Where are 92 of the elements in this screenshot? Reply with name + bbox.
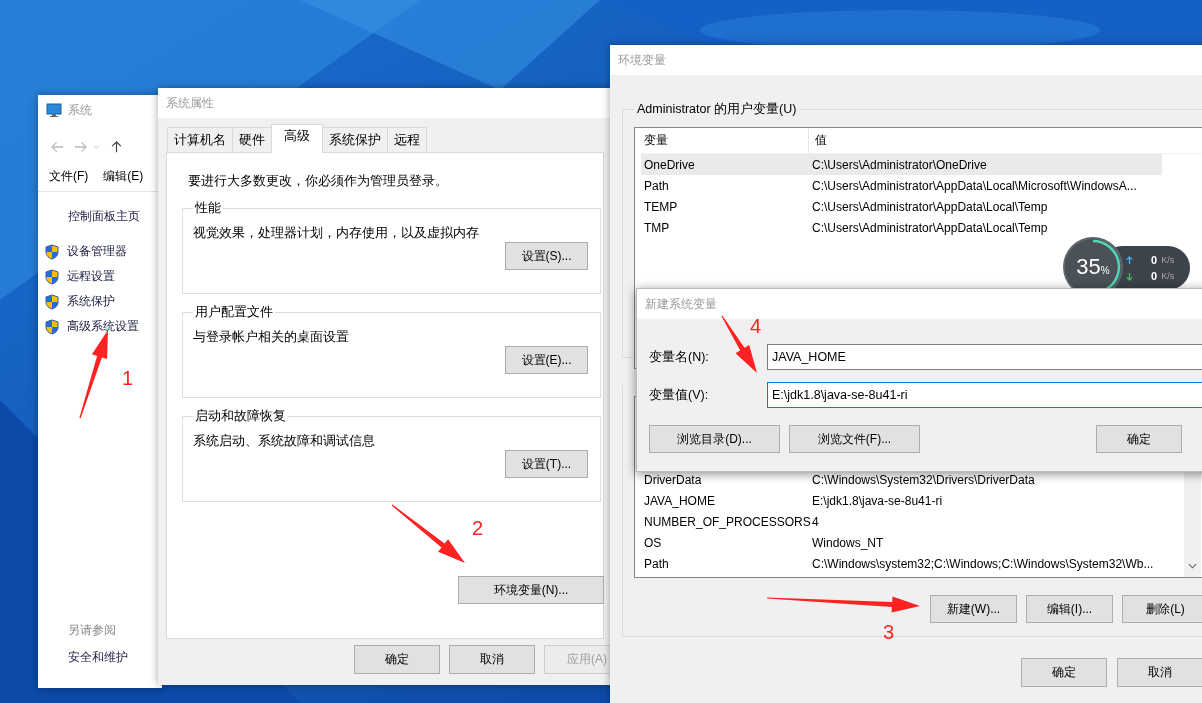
dialog-button[interactable]: 确定 xyxy=(1096,425,1182,453)
table-cell-text: Path xyxy=(643,178,670,193)
section-heading: 另请参阅 xyxy=(68,622,117,639)
table-row[interactable]: NUMBER_OF_PROCESSORS4 xyxy=(641,511,1184,532)
table-cell: C:\Users\Administrator\AppData\Local\Temp xyxy=(812,199,1048,214)
table-cell-text: TMP xyxy=(643,220,671,235)
table-cell: E:\jdk1.8\java-se-8u41-ri xyxy=(812,493,943,508)
group-description: 与登录帐户相关的桌面设置 xyxy=(193,329,350,346)
window-title: 系统 xyxy=(68,101,92,119)
sidebar-link[interactable]: 远程设置 xyxy=(67,268,115,285)
sidebar-link[interactable]: 控制面板主页 xyxy=(68,208,162,225)
table-cell: C:\Users\Administrator\AppData\Local\Temp xyxy=(812,220,1048,235)
step-number: 4 xyxy=(750,316,762,336)
field-label: 变量名(N): xyxy=(649,348,710,366)
notice-text: 要进行大多数更改，你必须作为管理员登录。 xyxy=(188,173,449,190)
table-cell-text: OneDrive xyxy=(643,157,696,172)
tab[interactable]: 远程 xyxy=(387,127,427,152)
table-cell-text: OS xyxy=(643,535,663,550)
tab[interactable]: 高级 xyxy=(271,124,323,153)
table-cell-text: JAVA_HOME xyxy=(643,493,716,508)
sidebar-link[interactable]: 高级系统设置 xyxy=(67,318,139,335)
input-field[interactable]: JAVA_HOME xyxy=(767,344,1202,370)
forward-icon[interactable] xyxy=(74,141,87,153)
speed-unit: K/s xyxy=(1161,255,1175,265)
table-row[interactable]: TEMP C:\Users\Administrator\AppData\Local\Temp xyxy=(641,196,1202,217)
step-number: 1 xyxy=(122,368,134,388)
dialog-button[interactable]: 新建(W)... xyxy=(930,595,1017,623)
download-arrow-icon xyxy=(1126,271,1133,281)
settings-button[interactable]: 设置(S)... xyxy=(505,242,588,270)
column-header[interactable]: 变量 xyxy=(641,128,809,153)
group-title: 启动和故障恢复 xyxy=(194,408,287,425)
table-cell-text: DriverData xyxy=(643,472,703,487)
scroll-down-icon[interactable] xyxy=(1188,563,1197,569)
shield-icon xyxy=(45,243,59,260)
speed-unit: K/s xyxy=(1161,271,1175,281)
table-row[interactable]: JAVA_HOME E:\jdk1.8\java-se-8u41-ri xyxy=(641,490,1184,511)
table-cell-text: Path xyxy=(643,556,670,571)
table-cell: C:\Windows\System32\Drivers\DriverData xyxy=(812,472,1035,487)
table-cell: 4 xyxy=(812,514,819,529)
shield-icon xyxy=(45,318,59,335)
group-title: 性能 xyxy=(194,200,222,217)
up-icon[interactable] xyxy=(110,141,123,153)
back-icon[interactable] xyxy=(51,141,64,153)
dialog-button[interactable]: 浏览文件(F)... xyxy=(789,425,920,453)
upload-arrow-icon xyxy=(1126,255,1133,265)
dialog-button[interactable]: 确定 xyxy=(1021,658,1107,687)
dialog-button[interactable]: 编辑(I)... xyxy=(1026,595,1113,623)
window-title: 环境变量 xyxy=(618,51,666,69)
settings-button[interactable]: 设置(T)... xyxy=(505,450,588,478)
table-row[interactable]: TMP C:\Users\Administrator\AppData\Local\Temp xyxy=(641,217,1202,238)
group-description: 系统启动、系统故障和调试信息 xyxy=(193,433,376,450)
table-cell: C:\Users\Administrator\OneDrive xyxy=(812,157,987,172)
field-label: 变量值(V): xyxy=(649,386,710,404)
table-row[interactable]: OS Windows_NT xyxy=(641,532,1184,553)
step-number: 3 xyxy=(883,622,895,642)
environment-variables-button[interactable]: 环境变量(N)... xyxy=(458,576,604,604)
dialog-button[interactable]: 删除(L) xyxy=(1122,595,1202,623)
tab[interactable]: 计算机名 xyxy=(167,127,233,152)
table-row[interactable]: Path C:\Users\Administrator\AppData\Local\Microsoft\WindowsA... xyxy=(641,175,1202,196)
table-cell: C:\Users\Administrator\AppData\Local\Microsoft\WindowsA... xyxy=(812,178,1137,193)
shield-icon xyxy=(45,293,59,310)
dialog-button[interactable]: 取消 xyxy=(1117,658,1202,687)
dialog-button[interactable]: 取消 xyxy=(449,645,535,674)
table-cell-text: NUMBER_OF_PROCESSORS xyxy=(643,514,812,529)
settings-button[interactable]: 设置(E)... xyxy=(505,346,588,374)
sidebar-link[interactable]: 安全和维护 xyxy=(68,649,162,666)
dialog-button[interactable]: 浏览目录(D)... xyxy=(649,425,780,453)
table-cell-text: TEMP xyxy=(643,199,679,214)
window-title: 新建系统变量 xyxy=(645,295,717,313)
window-title: 系统属性 xyxy=(166,94,214,112)
dialog-button[interactable]: 确定 xyxy=(354,645,440,674)
sidebar-link[interactable]: 设备管理器 xyxy=(67,243,127,260)
group-description: 视觉效果，处理器计划，内存使用，以及虚拟内存 xyxy=(193,225,480,242)
column-header[interactable]: 值 xyxy=(809,128,1202,153)
caret-icon[interactable] xyxy=(93,144,100,150)
upload-speed: 0 xyxy=(1151,254,1158,266)
table-row[interactable]: DriverData C:\Windows\System32\Drivers\DriverData xyxy=(641,469,1184,490)
menu-item[interactable]: 文件(F) xyxy=(49,168,89,185)
monitor-icon xyxy=(46,102,62,118)
table-cell: C:\Windows\system32;C:\Windows;C:\Windows\System32\Wb... xyxy=(812,556,1154,571)
table-row[interactable]: OneDrive C:\Users\Administrator\OneDrive xyxy=(641,154,1162,175)
download-speed: 0 xyxy=(1151,270,1158,282)
table-row[interactable]: Path C:\Windows\system32;C:\Windows;C:\Windows\System32\Wb... xyxy=(641,553,1184,574)
table-cell: Windows_NT xyxy=(812,535,884,550)
input-field[interactable]: E:\jdk1.8\java-se-8u41-ri xyxy=(767,382,1202,408)
group-title: Administrator 的用户变量(U) xyxy=(636,101,798,118)
usage-percent: 35% xyxy=(1076,254,1110,280)
sidebar-link[interactable]: 系统保护 xyxy=(67,293,115,310)
menu-item[interactable]: 编辑(E) xyxy=(103,168,144,185)
group-title: 用户配置文件 xyxy=(194,304,274,321)
step-number: 2 xyxy=(472,518,484,538)
shield-icon xyxy=(45,268,59,285)
